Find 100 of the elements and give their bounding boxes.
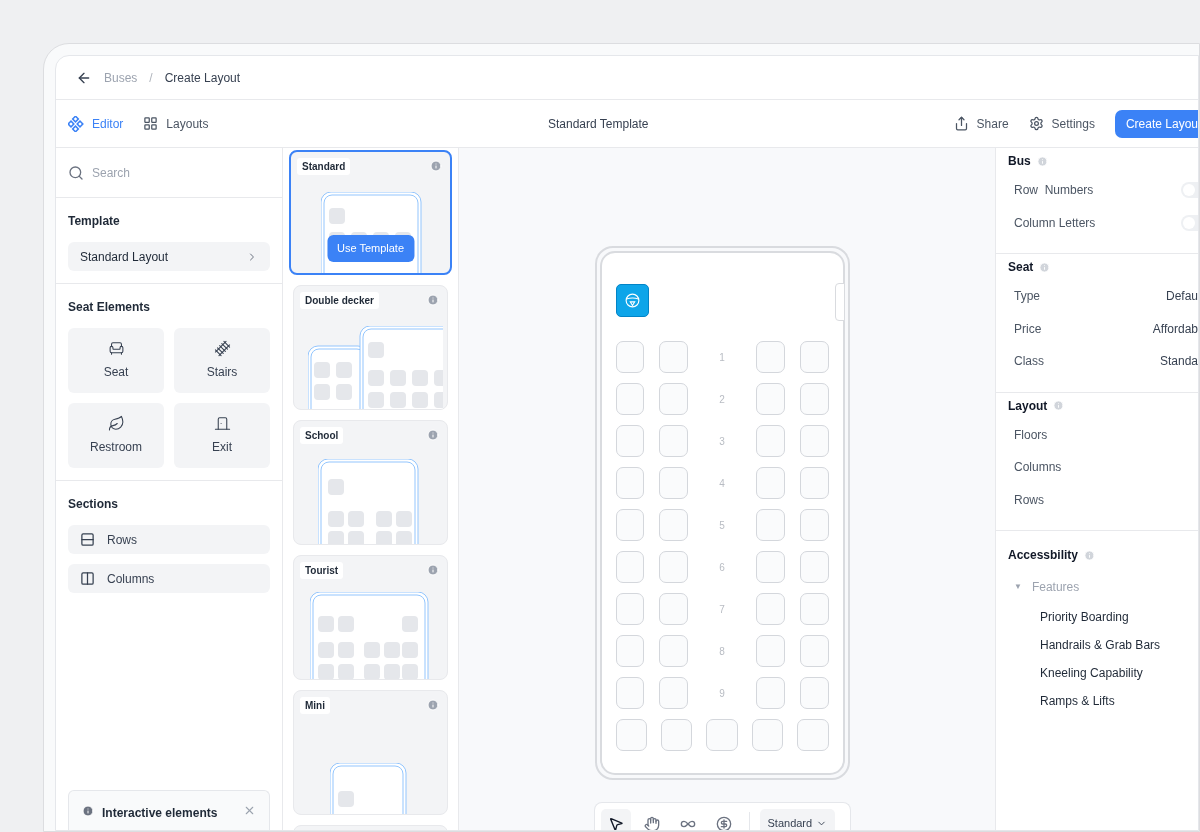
template-card[interactable]: Double decker: [293, 285, 448, 410]
property-value[interactable]: Defau: [1165, 287, 1198, 306]
seat[interactable]: [797, 719, 829, 751]
seat[interactable]: [659, 593, 689, 625]
template-card[interactable]: School: [293, 420, 448, 545]
driver-seat[interactable]: [615, 284, 649, 317]
element-tile[interactable]: Restroom: [68, 403, 164, 468]
template-label: Standard: [297, 158, 351, 175]
close-icon[interactable]: [243, 804, 256, 817]
property-label: Class: [1014, 353, 1044, 371]
element-tile[interactable]: Stairs: [174, 328, 270, 393]
panel-heading: Seat: [1008, 259, 1034, 276]
settings-icon: [1028, 116, 1044, 131]
track-icon: [213, 340, 231, 357]
use-template-button[interactable]: Use Template: [326, 235, 415, 262]
notice-title: Interactive elements: [102, 805, 219, 822]
seat[interactable]: [799, 677, 829, 709]
seat[interactable]: [755, 341, 785, 373]
search-field[interactable]: Search: [92, 163, 242, 182]
row-number: 8: [718, 644, 726, 659]
seat[interactable]: [751, 719, 784, 751]
template-select[interactable]: Standard Layout: [68, 242, 270, 271]
seat[interactable]: [615, 551, 645, 583]
property-value[interactable]: Affordab: [1152, 319, 1198, 338]
template-card[interactable]: Mini: [293, 690, 448, 815]
seat[interactable]: [615, 509, 645, 541]
seat[interactable]: [659, 341, 689, 373]
grid-icon: [143, 116, 159, 131]
seat[interactable]: [755, 383, 785, 415]
tool-button[interactable]: [600, 809, 631, 830]
seat[interactable]: [615, 677, 645, 709]
toggle-switch[interactable]: [1181, 182, 1198, 199]
seat[interactable]: [755, 677, 785, 709]
hand-icon: [643, 816, 660, 830]
pointer-icon: [607, 816, 624, 830]
element-tile[interactable]: Exit: [174, 403, 270, 468]
section-heading: Seat Elements: [68, 299, 152, 316]
tab[interactable]: Layouts: [143, 114, 209, 133]
info-icon: [1039, 261, 1051, 273]
property-label: Columns: [1014, 459, 1062, 477]
seat[interactable]: [659, 551, 689, 583]
feature-item[interactable]: Handrails & Grab Bars: [1040, 636, 1198, 654]
rows-icon: [80, 532, 95, 547]
seat[interactable]: [799, 467, 829, 499]
seat[interactable]: [755, 635, 785, 667]
seat[interactable]: [799, 383, 829, 415]
row-number: 1: [718, 350, 726, 365]
seat[interactable]: [706, 719, 738, 751]
section-heading: Sections: [68, 496, 119, 513]
seat[interactable]: [799, 425, 829, 457]
seat[interactable]: [615, 635, 645, 667]
seat[interactable]: [615, 341, 645, 373]
seat[interactable]: [799, 341, 829, 373]
seat[interactable]: [799, 551, 829, 583]
seat[interactable]: [755, 467, 785, 499]
element-tile[interactable]: Seat: [68, 328, 164, 393]
info-icon: [1036, 155, 1048, 167]
seat[interactable]: [755, 551, 785, 583]
section-item[interactable]: Columns: [68, 564, 270, 593]
seat[interactable]: [659, 467, 689, 499]
tab[interactable]: Editor: [68, 114, 124, 133]
feature-item[interactable]: Ramps & Lifts: [1040, 692, 1198, 710]
section-item[interactable]: Rows: [68, 525, 270, 554]
seat[interactable]: [615, 719, 647, 751]
seat[interactable]: [659, 425, 689, 457]
seat[interactable]: [799, 635, 829, 667]
property-value[interactable]: Standa: [1159, 352, 1198, 371]
row-number: 5: [718, 518, 726, 533]
template-card[interactable]: Tourist: [293, 555, 448, 680]
settings-button[interactable]: Settings: [1028, 114, 1095, 133]
steering-wheel-icon: [623, 292, 641, 309]
seat[interactable]: [659, 509, 689, 541]
seat[interactable]: [615, 425, 645, 457]
create-layout-button[interactable]: Create Layou: [1114, 109, 1198, 138]
seat[interactable]: [799, 593, 829, 625]
seat[interactable]: [659, 677, 689, 709]
panel-heading: Accessbility: [1008, 547, 1079, 564]
info-icon: [1084, 549, 1096, 561]
seat[interactable]: [615, 383, 645, 415]
seat[interactable]: [660, 719, 693, 751]
row-number: 7: [718, 602, 726, 617]
seat[interactable]: [659, 383, 689, 415]
template-card[interactable]: Standard Use Template: [289, 150, 452, 275]
style-dropdown[interactable]: Standard: [759, 809, 836, 830]
seat[interactable]: [755, 509, 785, 541]
seat[interactable]: [659, 635, 689, 667]
template-label: Tourist: [300, 562, 344, 579]
seat[interactable]: [615, 593, 645, 625]
section-heading: Template: [68, 213, 121, 230]
template-label: School: [300, 427, 344, 444]
panel-heading: Bus: [1008, 153, 1031, 170]
seat[interactable]: [615, 467, 645, 499]
share-button[interactable]: Share: [953, 114, 1009, 133]
feature-item[interactable]: Kneeling Capability: [1040, 664, 1198, 682]
seat[interactable]: [799, 509, 829, 541]
seat[interactable]: [755, 593, 785, 625]
feature-item[interactable]: Priority Boarding: [1040, 608, 1198, 626]
toggle-switch[interactable]: [1181, 214, 1198, 231]
diamonds-icon: [68, 115, 84, 132]
seat[interactable]: [755, 425, 785, 457]
